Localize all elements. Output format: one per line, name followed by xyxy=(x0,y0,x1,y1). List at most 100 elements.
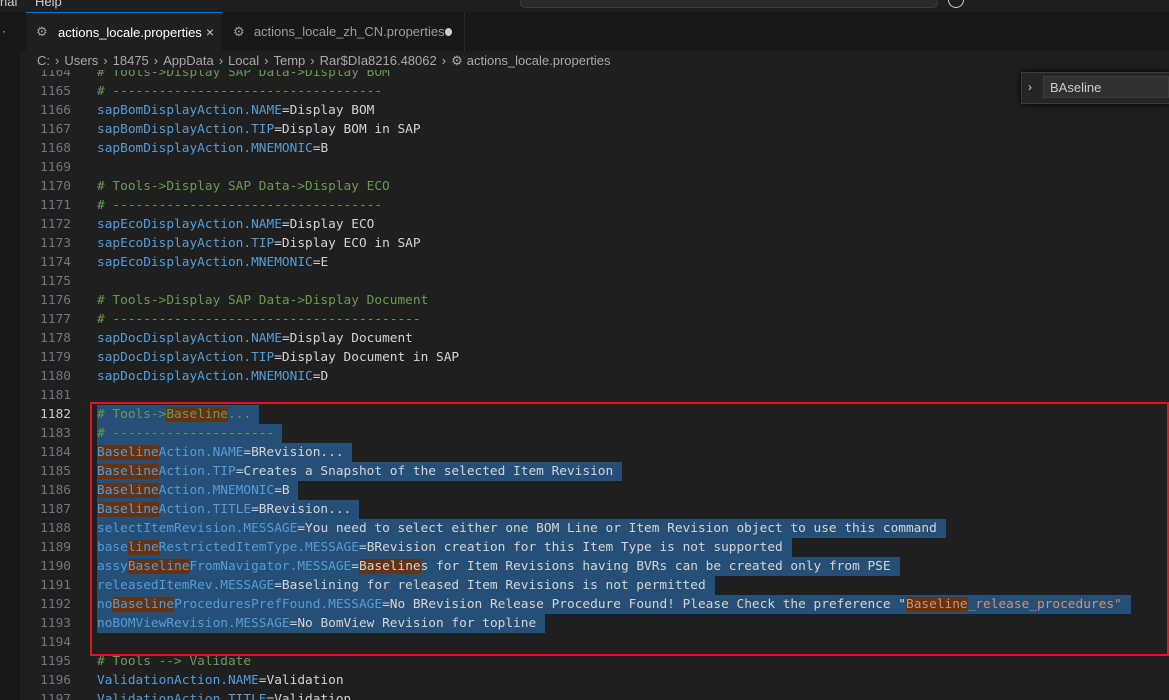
line-number: 1171 xyxy=(40,198,71,213)
code-line[interactable]: 1186 BaselineAction.MNEMONIC=B xyxy=(20,481,1169,500)
chevron-right-icon: › xyxy=(310,53,315,68)
line-text: sapDocDisplayAction.NAME=Display Documen… xyxy=(97,331,413,346)
breadcrumb-item[interactable]: Rar$DIa8216.48062 xyxy=(320,53,437,68)
code-editor[interactable]: 1164 # Tools->Display SAP Data->Display B… xyxy=(20,70,1169,700)
code-line[interactable]: 1192 noBaselineProceduresPrefFound.MESSAG… xyxy=(20,595,1169,614)
line-number: 1194 xyxy=(40,635,71,650)
code-line[interactable]: 1185 BaselineAction.TIP=Creates a Snapsho… xyxy=(20,462,1169,481)
code-line[interactable]: 1196 ValidationAction.NAME=Validation xyxy=(20,671,1169,690)
line-number: 1166 xyxy=(40,103,71,118)
line-number: 1180 xyxy=(40,369,71,384)
code-line[interactable]: 1165 # ----------------------------------… xyxy=(20,82,1169,101)
code-line[interactable]: 1189 baselineRestrictedItemType.MESSAGE=B… xyxy=(20,538,1169,557)
code-line[interactable]: 1168 sapBomDisplayAction.MNEMONIC=B xyxy=(20,139,1169,158)
line-text: # Tools->Display SAP Data->Display BOM xyxy=(97,70,390,80)
code-line[interactable]: 1171 # ----------------------------------… xyxy=(20,196,1169,215)
line-number: 1179 xyxy=(40,350,71,365)
command-center[interactable] xyxy=(520,0,938,8)
line-text: # Tools->Display SAP Data->Display Docum… xyxy=(97,293,429,308)
code-line[interactable]: 1184 BaselineAction.NAME=BRevision... xyxy=(20,443,1169,462)
close-icon[interactable]: × xyxy=(206,24,214,40)
toggle-replace-chevron-icon[interactable]: › xyxy=(1028,80,1032,94)
line-text: noBOMViewRevision.MESSAGE=No BomView Rev… xyxy=(97,616,537,631)
code-line[interactable]: 1177 # ----------------------------------… xyxy=(20,310,1169,329)
chevron-right-icon: › xyxy=(218,53,224,68)
editor-tabs: ⚙ actions_locale.properties × ⚙ actions_… xyxy=(20,12,1169,52)
line-text: sapEcoDisplayAction.MNEMONIC=E xyxy=(97,255,329,270)
breadcrumb-item[interactable]: actions_locale.properties xyxy=(467,53,611,68)
code-line[interactable]: 1179 sapDocDisplayAction.TIP=Display Docu… xyxy=(20,348,1169,367)
line-text: sapEcoDisplayAction.NAME=Display ECO xyxy=(97,217,375,232)
line-text: BaselineAction.TIP=Creates a Snapshot of… xyxy=(97,464,614,479)
breadcrumb-item[interactable]: C: xyxy=(37,53,50,68)
line-number: 1178 xyxy=(40,331,71,346)
search-match: Baseline xyxy=(97,502,159,517)
line-number: 1173 xyxy=(40,236,71,251)
code-line[interactable]: 1174 sapEcoDisplayAction.MNEMONIC=E xyxy=(20,253,1169,272)
search-match: Baseline xyxy=(358,559,421,574)
line-number: 1193 xyxy=(40,616,71,631)
breadcrumb-item[interactable]: 18475 xyxy=(113,53,149,68)
code-line[interactable]: 1180 sapDocDisplayAction.MNEMONIC=D xyxy=(20,367,1169,386)
line-text: BaselineAction.NAME=BRevision... xyxy=(97,445,344,460)
code-line[interactable]: 1194 xyxy=(20,633,1169,652)
line-number: 1172 xyxy=(40,217,71,232)
line-number: 1174 xyxy=(40,255,71,270)
line-text: sapDocDisplayAction.TIP=Display Document… xyxy=(97,350,460,365)
code-line[interactable]: 1191 releasedItemRev.MESSAGE=Baselining f… xyxy=(20,576,1169,595)
code-line[interactable]: 1169 xyxy=(20,158,1169,177)
settings-file-icon: ⚙ xyxy=(36,24,48,39)
breadcrumb-item[interactable]: AppData xyxy=(163,53,214,68)
find-input[interactable]: BAseline xyxy=(1043,76,1169,98)
line-number: 1191 xyxy=(40,578,71,593)
code-line[interactable]: 1197 ValidationAction.TITLE=Validation xyxy=(20,690,1169,700)
line-text: BaselineAction.TITLE=BRevision... xyxy=(97,502,352,517)
menu-item-help[interactable]: Help xyxy=(35,0,62,9)
line-number: 1169 xyxy=(40,160,71,175)
code-line[interactable]: 1176 # Tools->Display SAP Data->Display D… xyxy=(20,291,1169,310)
menu-item-terminal[interactable]: nal xyxy=(0,0,17,9)
account-icon[interactable] xyxy=(948,0,964,8)
code-line[interactable]: 1167 sapBomDisplayAction.TIP=Display BOM … xyxy=(20,120,1169,139)
breadcrumb-item[interactable]: Temp xyxy=(274,53,306,68)
line-number: 1168 xyxy=(40,141,71,156)
line-text: releasedItemRev.MESSAGE=Baselining for r… xyxy=(97,578,706,593)
breadcrumb-item[interactable]: Users xyxy=(64,53,98,68)
chevron-right-icon: › xyxy=(441,53,447,68)
line-text: ValidationAction.TITLE=Validation xyxy=(97,692,352,700)
line-text: # ----------------------------------- xyxy=(97,84,383,99)
search-match: Baseline xyxy=(166,407,228,422)
code-line[interactable]: 1170 # Tools->Display SAP Data->Display E… xyxy=(20,177,1169,196)
activity-bar: · xyxy=(0,12,21,700)
tab-actions-locale-zh-cn[interactable]: ⚙ actions_locale_zh_CN.properties xyxy=(223,12,465,51)
code-line[interactable]: 1164 # Tools->Display SAP Data->Display B… xyxy=(20,70,1169,82)
line-number: 1197 xyxy=(40,692,71,700)
more-icon[interactable]: · xyxy=(2,24,6,38)
line-number: 1183 xyxy=(40,426,71,441)
tab-actions-locale[interactable]: ⚙ actions_locale.properties × xyxy=(26,12,222,51)
unsaved-dot-icon[interactable] xyxy=(444,27,452,36)
code-line[interactable]: 1182 # Tools->Baseline... xyxy=(20,405,1169,424)
line-number: 1195 xyxy=(40,654,71,669)
code-line[interactable]: 1181 xyxy=(20,386,1169,405)
code-line[interactable]: 1172 sapEcoDisplayAction.NAME=Display ECO xyxy=(20,215,1169,234)
chevron-right-icon: › xyxy=(264,53,269,68)
code-line[interactable]: 1173 sapEcoDisplayAction.TIP=Display ECO … xyxy=(20,234,1169,253)
code-line[interactable]: 1188 selectItemRevision.MESSAGE=You need … xyxy=(20,519,1169,538)
code-line[interactable]: 1193 noBOMViewRevision.MESSAGE=No BomView… xyxy=(20,614,1169,633)
code-line[interactable]: 1187 BaselineAction.TITLE=BRevision... xyxy=(20,500,1169,519)
line-text: baselineRestrictedItemType.MESSAGE=BRevi… xyxy=(97,540,783,555)
code-line[interactable]: 1178 sapDocDisplayAction.NAME=Display Doc… xyxy=(20,329,1169,348)
code-line[interactable]: 1195 # Tools --> Validate xyxy=(20,652,1169,671)
line-number: 1190 xyxy=(40,559,71,574)
code-line[interactable]: 1183 # --------------------- xyxy=(20,424,1169,443)
line-text: sapBomDisplayAction.TIP=Display BOM in S… xyxy=(97,122,421,137)
code-line[interactable]: 1175 xyxy=(20,272,1169,291)
code-line[interactable]: 1166 sapBomDisplayAction.NAME=Display BOM xyxy=(20,101,1169,120)
code-line[interactable]: 1190 assyBaselineFromNavigator.MESSAGE=Ba… xyxy=(20,557,1169,576)
tab-label: actions_locale_zh_CN.properties xyxy=(253,24,445,39)
line-text: noBaselineProceduresPrefFound.MESSAGE=No… xyxy=(97,597,1122,612)
breadcrumb-item[interactable]: Local xyxy=(228,53,259,68)
line-number: 1177 xyxy=(40,312,71,327)
line-text: # --------------------- xyxy=(97,426,275,441)
